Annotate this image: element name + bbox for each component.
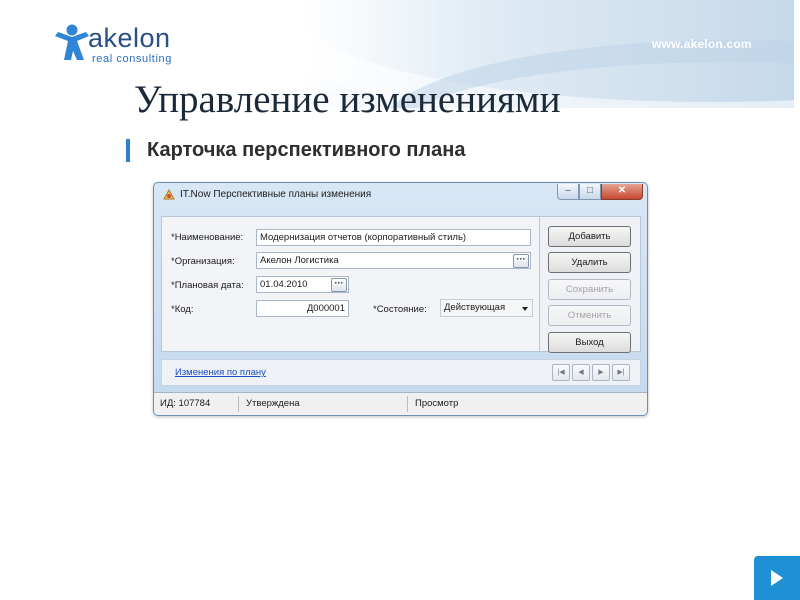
- code-label: *Код:: [171, 304, 194, 315]
- logo-tagline: real consulting: [92, 53, 172, 65]
- name-field[interactable]: Модернизация отчетов (корпоративный стил…: [256, 229, 531, 246]
- save-button[interactable]: Сохранить: [548, 279, 631, 300]
- nav-prev-button[interactable]: ◀: [572, 364, 590, 381]
- organization-picker-button[interactable]: ···: [513, 254, 529, 268]
- form-panel: *Наименование: Модернизация отчетов (кор…: [161, 216, 540, 352]
- banner-edge: [794, 0, 800, 108]
- subtitle-accent-bar: [126, 139, 130, 162]
- status-bar: ИД: 107784 Утверждена Просмотр: [154, 392, 647, 415]
- close-button[interactable]: ✕: [601, 184, 643, 200]
- state-label: *Состояние:: [373, 304, 427, 315]
- plan-card-window: IT.Now Перспективные планы изменения – □…: [153, 182, 648, 416]
- status-separator: [238, 396, 239, 412]
- name-label: *Наименование:: [171, 232, 244, 243]
- status-state: Утверждена: [246, 398, 300, 409]
- slide-subtitle: Карточка перспективного плана: [147, 139, 466, 161]
- window-title: IT.Now Перспективные планы изменения: [180, 189, 372, 200]
- logo-wordmark: akelon: [88, 23, 171, 53]
- nav-first-button[interactable]: |◀: [552, 364, 570, 381]
- minimize-button[interactable]: –: [557, 184, 579, 200]
- add-button[interactable]: Добавить: [548, 226, 631, 247]
- plan-date-label: *Плановая дата:: [171, 280, 244, 291]
- status-id: ИД: 107784: [160, 398, 211, 409]
- akelon-logo: akelon real consulting: [52, 22, 182, 68]
- plan-changes-link[interactable]: Изменения по плану: [175, 367, 266, 378]
- plan-date-picker-button[interactable]: ···: [331, 278, 347, 292]
- state-select[interactable]: Действующая: [440, 299, 533, 317]
- app-icon: [163, 188, 175, 200]
- action-button-column: Добавить Удалить Сохранить Отменить Выхо…: [540, 216, 641, 353]
- chevron-down-icon: [522, 307, 528, 311]
- cancel-button[interactable]: Отменить: [548, 305, 631, 326]
- akelon-figure-icon: [55, 24, 89, 60]
- next-slide-button[interactable]: [754, 556, 800, 600]
- link-bar: Изменения по плану |◀ ◀ ▶ ▶|: [161, 359, 641, 386]
- status-mode: Просмотр: [415, 398, 459, 409]
- code-field[interactable]: Д000001: [256, 300, 349, 317]
- state-select-value: Действующая: [444, 302, 506, 313]
- window-titlebar[interactable]: IT.Now Перспективные планы изменения – □…: [154, 183, 647, 207]
- next-slide-arrow-icon: [771, 570, 783, 586]
- maximize-button[interactable]: □: [579, 184, 601, 200]
- exit-button[interactable]: Выход: [548, 332, 631, 353]
- nav-last-button[interactable]: ▶|: [612, 364, 630, 381]
- delete-button[interactable]: Удалить: [548, 252, 631, 273]
- site-url: www.akelon.com: [652, 37, 752, 51]
- organization-field[interactable]: Акелон Логистика: [256, 252, 531, 269]
- slide-title: Управление изменениями: [134, 78, 561, 121]
- status-separator: [407, 396, 408, 412]
- organization-label: *Организация:: [171, 256, 235, 267]
- nav-next-button[interactable]: ▶: [592, 364, 610, 381]
